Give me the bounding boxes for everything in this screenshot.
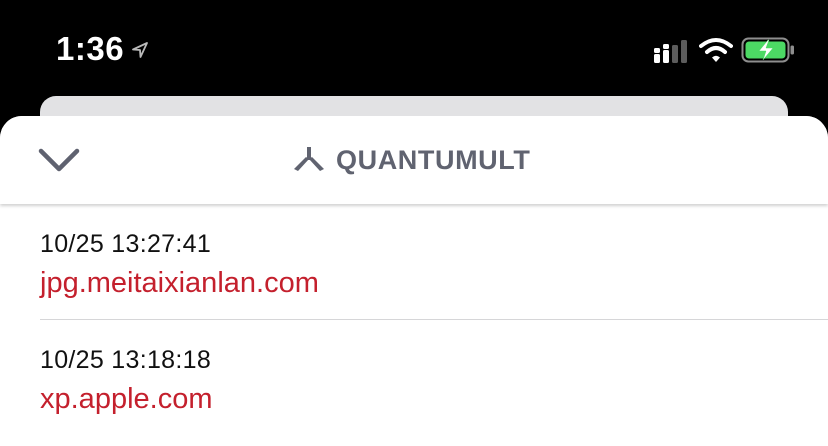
app-name: QUANTUMULT [336, 144, 531, 175]
nav-bar: QUANTUMULT [0, 116, 828, 204]
wifi-icon [699, 38, 733, 62]
app-brand: QUANTUMULT [292, 142, 530, 178]
list-item[interactable]: 10/25 13:27:41 jpg.meitaixianlan.com [0, 204, 828, 320]
location-arrow-icon [132, 42, 148, 58]
request-time: 10/25 13:27:41 [40, 230, 212, 258]
status-time: 1:36 [56, 30, 125, 67]
request-host: jpg.meitaixianlan.com [40, 267, 319, 299]
chevron-down-icon[interactable] [38, 146, 80, 174]
quantumult-sheet: QUANTUMULT 10/25 13:27:41 jpg.meitaixian… [0, 116, 828, 446]
quantumult-logo-icon [294, 147, 324, 171]
battery-charging-icon [741, 37, 794, 63]
list-item[interactable]: 10/25 13:18:18 xp.apple.com [0, 320, 828, 436]
request-host: xp.apple.com [40, 383, 213, 415]
cellular-signal-icon [654, 40, 687, 63]
request-list: 10/25 13:27:41 jpg.meitaixianlan.com 10/… [0, 204, 828, 436]
status-bar: 1:36 [0, 0, 828, 96]
request-time: 10/25 13:18:18 [40, 346, 212, 374]
